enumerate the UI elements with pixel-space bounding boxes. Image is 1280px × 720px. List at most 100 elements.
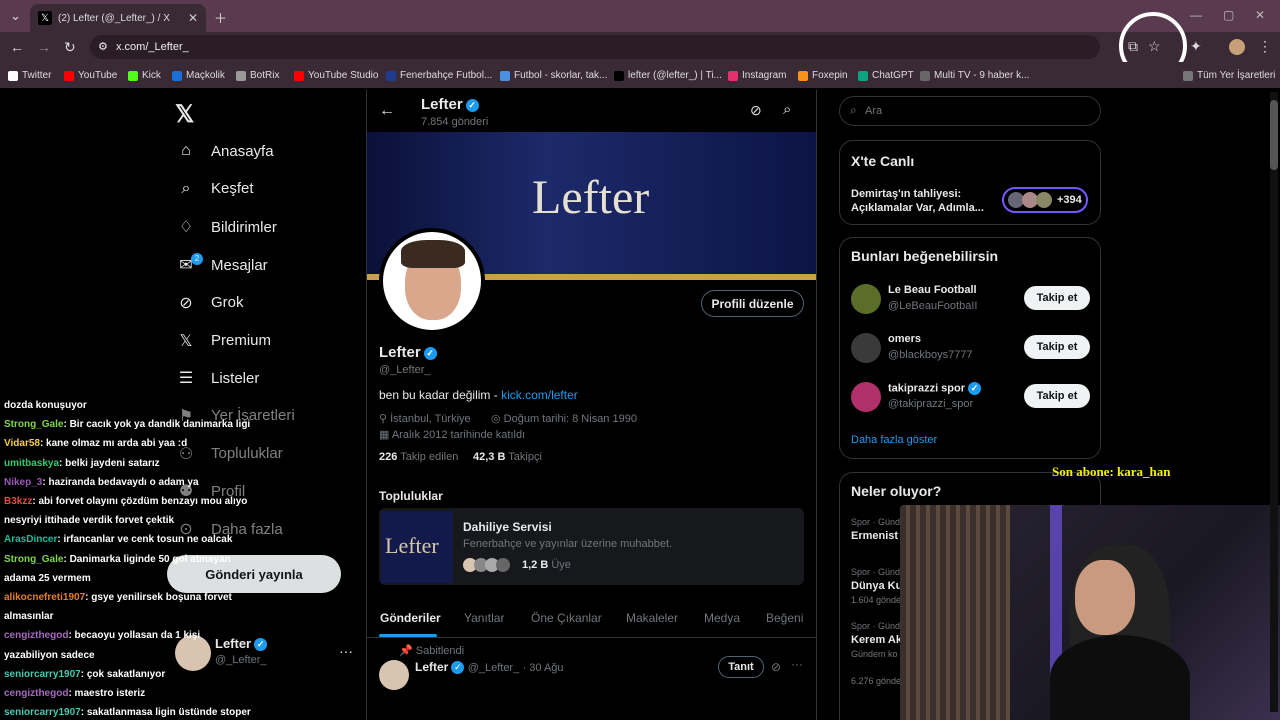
bookmark-item[interactable]: Instagram (728, 70, 786, 81)
back-icon[interactable]: ← (10, 39, 24, 55)
search-box[interactable]: ⌕ Ara (839, 96, 1101, 126)
bookmark-item[interactable]: YouTube (64, 70, 117, 81)
tab-bar: ⌄ 𝕏 (2) Lefter (@_Lefter_) / X ✕ ＋ — ▢ ✕ (0, 0, 1280, 32)
webcam-overlay (900, 505, 1280, 720)
bookmark-item[interactable]: YouTube Studio (294, 70, 378, 81)
search-icon[interactable]: ⌕ (783, 101, 791, 118)
nav-item-bell[interactable]: ♢ Bildirimler (175, 217, 277, 237)
nav-item-mail[interactable]: ✉ Mesajlar (175, 255, 267, 275)
community-card[interactable]: Lefter Dahiliye Servisi Fenerbahçe ve ya… (379, 508, 804, 585)
live-pill[interactable]: +394 (1002, 187, 1088, 213)
follow-button[interactable]: Takip et (1024, 384, 1090, 408)
minimize-icon[interactable]: — (1190, 8, 1202, 22)
suggest-card: Bunları beğenebilirsin Le Beau Football @… (839, 237, 1101, 459)
chat-line: almasınlar (4, 611, 53, 622)
bookmark-item[interactable]: Foxepin (798, 70, 848, 81)
follow-button[interactable]: Takip et (1024, 335, 1090, 359)
bookmark-favicon-icon (386, 70, 396, 81)
bookmark-label: Foxepin (812, 70, 848, 81)
chat-message: almasınlar (4, 611, 54, 623)
list-icon: ☰ (178, 370, 194, 388)
account-more-icon[interactable]: ··· (339, 643, 353, 659)
tweet-header: Lefter ✓ @_Lefter_ · 30 Ağu (415, 660, 564, 675)
back-arrow-icon[interactable]: ← (379, 102, 395, 120)
chat-line: nesyriyi ittihade verdik forvet çektik (4, 515, 174, 526)
user-handle: @blackboys7777 (888, 349, 973, 361)
promote-button[interactable]: Tanıt (718, 656, 764, 678)
grok-icon[interactable]: ⊘ (750, 102, 762, 119)
user-avatar[interactable] (851, 333, 881, 363)
community-thumb: Lefter (381, 511, 453, 583)
nav-item-grok[interactable]: ⊘ Grok (175, 293, 243, 313)
tweet-more-icon[interactable]: ··· (791, 657, 803, 671)
bookmark-item[interactable]: Kick (128, 70, 161, 81)
nav-item-explore[interactable]: ⌕ Keşfet (175, 180, 254, 198)
bookmark-item[interactable]: Twitter (8, 70, 51, 81)
bookmark-item[interactable]: ChatGPT (858, 70, 914, 81)
followers-stat[interactable]: 42,3 B Takipçi (473, 451, 542, 463)
user-avatar[interactable] (851, 284, 881, 314)
close-window-icon[interactable]: ✕ (1255, 8, 1265, 22)
tab-search-icon[interactable]: ⌄ (10, 8, 21, 24)
premium-icon: 𝕏 (179, 332, 193, 350)
new-tab-icon[interactable]: ＋ (214, 8, 227, 27)
user-avatar[interactable] (851, 382, 881, 412)
profile-tabs: Gönderiler Yanıtlar Öne Çıkanlar Makaleler M… (367, 600, 816, 638)
maximize-icon[interactable]: ▢ (1223, 8, 1234, 22)
following-stat[interactable]: 226 Takip edilen (379, 451, 458, 463)
chat-user: seniorcarry1907 (4, 668, 81, 680)
follow-button[interactable]: Takip et (1024, 286, 1090, 310)
bell-icon: ♢ (178, 219, 194, 237)
nav-item-list[interactable]: ☰ Listeler (175, 368, 260, 388)
profile-avatar[interactable] (1229, 39, 1245, 55)
close-tab-icon[interactable]: ✕ (188, 11, 198, 25)
suggest-user[interactable]: omers @blackboys7777 Takip et (840, 331, 1102, 371)
nav-item-communities[interactable]: ⚇ Topluluklar (175, 444, 283, 464)
chat-message: : haziranda bedavaydı o adam ya (42, 476, 199, 488)
tab-4[interactable]: Medya (704, 611, 740, 625)
bookmark-item[interactable]: Multi TV - 9 haber k... (920, 70, 1029, 81)
bookmark-item[interactable]: Fenerbahçe Futbol... (386, 70, 492, 81)
nav-item-home[interactable]: ⌂ Anasayfa (175, 142, 273, 160)
suggest-heading: Bunları beğenebilirsin (851, 248, 999, 264)
profile-avatar-large[interactable] (379, 228, 485, 334)
browser-tab[interactable]: 𝕏 (2) Lefter (@_Lefter_) / X ✕ (30, 4, 206, 32)
suggest-user[interactable]: takiprazzi spor ✓ @takiprazzi_spor Takip et (840, 380, 1102, 420)
bookmark-label: Instagram (742, 70, 787, 81)
bookmark-item[interactable]: BotRix (236, 70, 279, 81)
tweet-avatar[interactable] (379, 660, 409, 690)
suggest-user[interactable]: Le Beau Football @LeBeauFootbaII Takip et (840, 282, 1102, 322)
grok-icon[interactable]: ⊘ (771, 660, 781, 674)
chat-user: B3kzz (4, 496, 33, 507)
tab-0[interactable]: Gönderiler (380, 611, 441, 625)
tab-1[interactable]: Yanıtlar (464, 611, 504, 625)
live-text[interactable]: Demirtaş'ın tahliyesi: Açıklamalar Var, … (851, 187, 996, 215)
scrollbar[interactable] (1270, 92, 1278, 712)
nav-item-premium[interactable]: 𝕏 Premium (175, 331, 271, 351)
tab-2[interactable]: Öne Çıkanlar (531, 611, 602, 625)
url-field[interactable]: ⚙ x.com/_Lefter_ (90, 35, 1100, 59)
x-logo-icon[interactable]: 𝕏 (175, 100, 194, 129)
tab-3[interactable]: Makaleler (626, 611, 678, 625)
chat-line: Strong_Gale: Danimarka liginde 50 gol at… (4, 554, 231, 565)
extensions-icon[interactable]: ✦ (1190, 38, 1202, 55)
chat-message: : Danimarka liginde 50 gol atmayan (63, 553, 231, 565)
bookmark-item[interactable]: lefter (@lefter_) | Ti... (614, 70, 722, 81)
chat-user: Strong_Gale (4, 419, 64, 431)
site-info-icon[interactable]: ⚙ (98, 40, 108, 53)
show-more-link[interactable]: Daha fazla göster (851, 434, 937, 446)
forward-icon[interactable]: → (37, 39, 51, 55)
edit-profile-button[interactable]: Profili düzenle (701, 290, 804, 317)
profile-header: ← Lefter ✓ 7.854 gönderi ⊘ ⌕ (367, 90, 816, 132)
reload-icon[interactable]: ↻ (64, 39, 76, 56)
all-bookmarks[interactable]: Tüm Yer İşaretleri (1183, 70, 1275, 81)
tab-5[interactable]: Beğeni (766, 611, 803, 625)
bookmark-favicon-icon (294, 70, 304, 81)
menu-icon[interactable]: ⋮ (1258, 38, 1272, 55)
bookmark-label: Twitter (22, 70, 52, 81)
bookmark-item[interactable]: Futbol - skorlar, tak... (500, 70, 607, 81)
bookmark-label: YouTube Studio (308, 70, 379, 81)
community-member-avatars (463, 558, 515, 572)
bookmark-item[interactable]: Maçkolik (172, 70, 225, 81)
bio-link[interactable]: kick.com/lefter (501, 388, 578, 402)
